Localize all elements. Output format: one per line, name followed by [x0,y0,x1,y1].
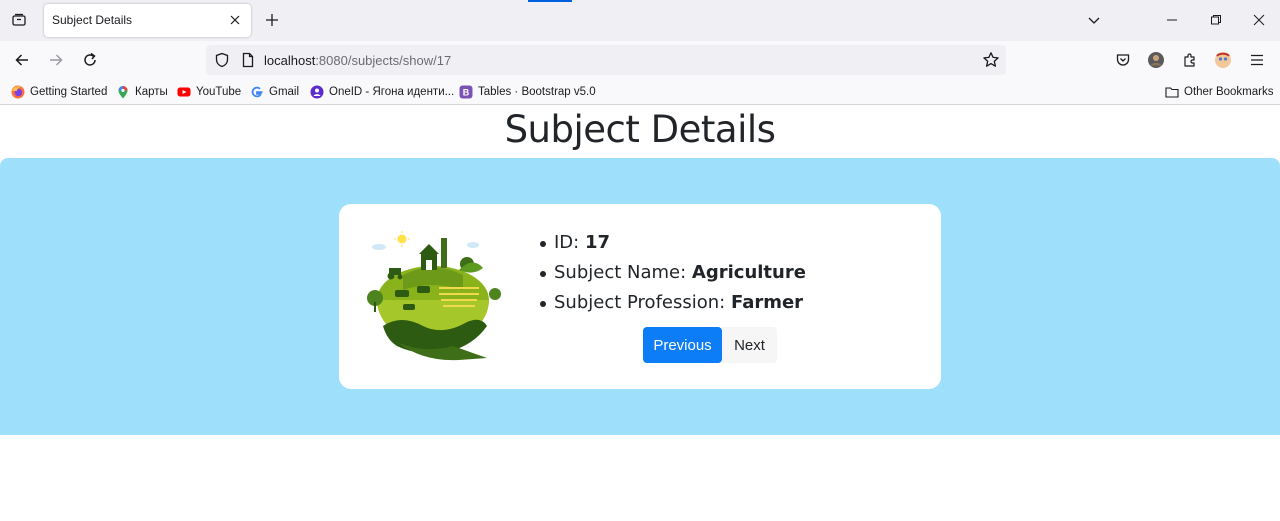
bookmark-label: Getting Started [30,86,108,98]
tab-indicator [528,0,572,2]
bookmark-label: OneID - Ягона иденти... [329,86,455,98]
extensions-icon[interactable] [1181,51,1199,69]
bookmark-bootstrap[interactable]: B Tables · Bootstrap v5.0 [459,84,596,100]
forward-arrow-icon[interactable] [46,50,66,70]
active-tab[interactable]: Subject Details [44,4,251,37]
bookmark-getting-started[interactable]: Getting Started [11,84,107,100]
detail-subject-name: Subject Name: Agriculture [537,258,806,288]
previous-button[interactable]: Previous [643,327,722,363]
detail-value: 17 [584,232,611,253]
bookmark-youtube[interactable]: YouTube [177,84,241,100]
bookmark-label: Gmail [269,86,300,98]
maps-pin-icon [116,85,130,99]
page-title: Subject Details [504,108,776,151]
profile-avatar-icon[interactable] [1147,51,1165,69]
bookmark-oneid[interactable]: OneID - Ягона иденти... [310,84,454,100]
bookmarks-toolbar: Getting Started Карты YouTube Gmail OneI… [0,79,1280,105]
next-button[interactable]: Next [722,327,777,363]
chevron-down-icon[interactable] [1084,10,1104,30]
restore-icon[interactable] [1206,10,1226,30]
detail-label: Subject Name: [554,262,692,283]
svg-text:B: B [463,88,470,98]
other-bookmarks[interactable]: Other Bookmarks [1165,84,1273,100]
youtube-icon [177,85,191,99]
window-close-icon[interactable] [1249,10,1269,30]
url-path: :8080/subjects/show/17 [315,53,452,68]
bootstrap-icon: B [459,85,473,99]
detail-label: Subject Profession: [554,292,731,313]
new-tab-icon[interactable] [262,10,282,30]
star-icon[interactable] [982,51,1000,69]
firefox-icon [11,85,25,99]
url-host: localhost [264,53,316,68]
menu-icon[interactable] [1248,51,1266,69]
tab-strip: Subject Details [0,0,1280,41]
shield-icon[interactable] [214,52,230,68]
google-icon [250,85,264,99]
bookmark-label: Карты [135,86,168,98]
navigation-toolbar: localhost:8080/subjects/show/17 [0,41,1280,79]
subject-details-list: ID: 17 Subject Name: Agriculture Subject… [537,228,806,318]
bookmark-label: Other Bookmarks [1184,86,1274,98]
minimize-icon[interactable] [1162,10,1182,30]
subject-card: ID: 17 Subject Name: Agriculture Subject… [339,204,941,389]
close-icon[interactable] [227,12,243,28]
tab-title: Subject Details [52,13,133,27]
bookmark-maps[interactable]: Карты [116,84,168,100]
detail-subject-profession: Subject Profession: Farmer [537,288,806,318]
url-text[interactable]: localhost:8080/subjects/show/17 [264,53,451,68]
account-icon[interactable] [1214,51,1232,69]
detail-label: ID: [554,232,585,253]
address-bar[interactable]: localhost:8080/subjects/show/17 [206,45,1006,75]
detail-value: Farmer [730,292,804,313]
tab-list-icon[interactable] [8,9,30,31]
folder-icon [1165,85,1179,99]
page-icon[interactable] [240,52,256,68]
bookmark-label: YouTube [196,86,242,98]
agriculture-illustration [367,231,501,361]
oneid-icon [310,85,324,99]
hero-section: ID: 17 Subject Name: Agriculture Subject… [0,158,1280,435]
detail-id: ID: 17 [537,228,806,258]
back-arrow-icon[interactable] [12,50,32,70]
detail-value: Agriculture [691,262,806,283]
reload-icon[interactable] [80,50,100,70]
pocket-icon[interactable] [1114,51,1132,69]
bookmark-gmail[interactable]: Gmail [250,84,299,100]
bookmark-label: Tables · Bootstrap v5.0 [478,86,596,98]
